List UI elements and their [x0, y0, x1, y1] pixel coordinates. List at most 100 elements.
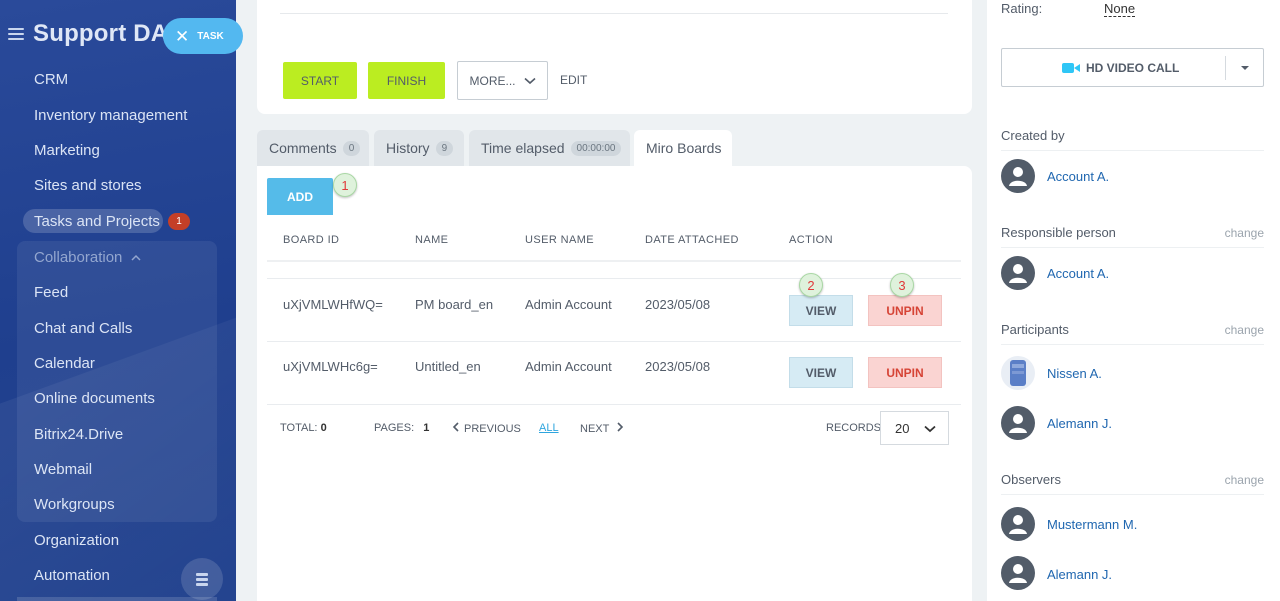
sidebar-item-calendar[interactable]: Calendar	[34, 355, 95, 372]
tab-time-elapsed[interactable]: Time elapsed 00:00:00	[469, 130, 630, 166]
edit-button[interactable]: EDIT	[560, 73, 587, 87]
next-page-link[interactable]: NEXT	[580, 422, 624, 435]
sidebar-item-marketing[interactable]: Marketing	[34, 142, 100, 159]
sidebar-item-sites[interactable]: Sites and stores	[34, 177, 142, 194]
person-link[interactable]: Mustermann M.	[1047, 517, 1137, 532]
sidebar-item-drive[interactable]: Bitrix24.Drive	[34, 426, 123, 443]
created-by-label: Created by	[1001, 128, 1065, 143]
unpin-board-button[interactable]: UNPIN	[868, 295, 942, 326]
sidebar-item-online-docs[interactable]: Online documents	[34, 390, 155, 407]
hamburger-menu-icon[interactable]	[8, 28, 24, 40]
sidebar-item-inventory[interactable]: Inventory management	[34, 107, 187, 124]
rating-label: Rating:	[1001, 1, 1043, 16]
sidebar-item-automation[interactable]: Automation	[34, 567, 110, 584]
observers-label: Observers	[1001, 472, 1061, 487]
task-button-label: TASK	[197, 30, 224, 42]
hd-video-call-button[interactable]: HD VIDEO CALL	[1001, 48, 1264, 87]
tab-history-label: History	[386, 140, 430, 156]
all-pages-link[interactable]: ALL	[539, 422, 559, 434]
previous-page-link[interactable]: PREVIOUS	[452, 422, 521, 435]
photo-avatar-icon	[1010, 360, 1026, 386]
collaboration-label: Collaboration	[34, 249, 123, 266]
total-count: TOTAL: 0	[280, 422, 327, 434]
change-observers-link[interactable]: change	[1225, 473, 1264, 487]
total-value: 0	[320, 422, 327, 434]
sidebar-bottom-bar	[17, 597, 217, 601]
pages-value: 1	[423, 422, 430, 434]
person-link[interactable]: Alemann J.	[1047, 567, 1112, 582]
table-header-divider	[267, 260, 961, 262]
tasks-count-badge: 1	[168, 213, 190, 230]
logo-row: Support DAG	[0, 14, 187, 54]
user-icon	[1009, 167, 1027, 186]
tab-time-count: 00:00:00	[570, 140, 622, 156]
sidebar-item-feed[interactable]: Feed	[34, 284, 68, 301]
chevron-left-icon	[452, 422, 459, 432]
rating-value[interactable]: None	[1104, 1, 1136, 17]
person-link[interactable]: Alemann J.	[1047, 416, 1112, 431]
add-board-button[interactable]: ADD	[267, 178, 333, 215]
close-task-button[interactable]: ✕ TASK	[163, 18, 243, 54]
divider	[1001, 494, 1264, 495]
tab-history-count: 9	[435, 140, 454, 156]
cell-board-id: uXjVMLWHfWQ=	[283, 297, 383, 312]
user-icon	[1009, 515, 1027, 534]
change-participants-link[interactable]: change	[1225, 323, 1264, 337]
annotation-marker-1: 1	[333, 173, 357, 197]
column-header-date-attached: DATE ATTACHED	[645, 234, 739, 246]
total-label: TOTAL:	[280, 422, 318, 434]
divider	[1001, 150, 1264, 151]
column-header-action: ACTION	[789, 234, 833, 246]
view-board-button[interactable]: VIEW	[789, 295, 853, 326]
responsible-label: Responsible person	[1001, 225, 1116, 240]
divider	[267, 278, 961, 279]
column-header-board-id: BOARD ID	[283, 234, 340, 246]
more-button[interactable]: MORE...	[457, 61, 548, 100]
more-button-label: MORE...	[469, 73, 516, 88]
sidebar-item-workgroups[interactable]: Workgroups	[34, 496, 115, 513]
participants-label: Participants	[1001, 322, 1069, 337]
tab-history[interactable]: History 9	[374, 130, 464, 166]
sidebar-item-tasks[interactable]: Tasks and Projects	[34, 213, 160, 230]
sidebar-item-collaboration[interactable]: Collaboration	[34, 249, 141, 266]
divider	[1225, 56, 1226, 80]
finish-button[interactable]: FINISH	[368, 62, 445, 99]
records-label: RECORDS:	[826, 422, 885, 434]
left-sidebar: Support DAG CRM Inventory management Mar…	[0, 0, 236, 601]
avatar	[1001, 507, 1035, 541]
miro-boards-panel	[257, 166, 972, 601]
start-button[interactable]: START	[283, 62, 357, 99]
person-link[interactable]: Account A.	[1047, 266, 1109, 281]
annotation-marker-3: 3	[890, 273, 914, 297]
video-camera-icon	[1062, 62, 1080, 73]
divider	[1001, 344, 1264, 345]
sidebar-settings-button[interactable]	[181, 558, 223, 600]
records-per-page-select[interactable]: 20	[880, 411, 949, 445]
user-icon	[1009, 264, 1027, 283]
caret-down-icon[interactable]	[1240, 65, 1250, 71]
pages-count: PAGES: 1	[374, 422, 429, 434]
sidebar-item-crm[interactable]: CRM	[34, 71, 68, 88]
column-header-user-name: USER NAME	[525, 234, 594, 246]
tab-comments[interactable]: Comments 0	[257, 130, 369, 166]
sidebar-item-chat[interactable]: Chat and Calls	[34, 320, 132, 337]
tab-miro-boards[interactable]: Miro Boards	[634, 130, 732, 166]
avatar	[1001, 159, 1035, 193]
cell-user-name: Admin Account	[525, 359, 612, 374]
next-label: NEXT	[580, 423, 610, 435]
task-actions-card	[257, 0, 972, 114]
chevron-down-icon	[924, 425, 936, 433]
video-call-label: HD VIDEO CALL	[1086, 60, 1180, 75]
change-responsible-link[interactable]: change	[1225, 226, 1264, 240]
cell-board-id: uXjVMLWHc6g=	[283, 359, 378, 374]
records-value: 20	[895, 420, 910, 436]
task-details-panel	[987, 0, 1280, 601]
divider	[280, 13, 948, 14]
person-link[interactable]: Nissen A.	[1047, 366, 1102, 381]
sidebar-item-webmail[interactable]: Webmail	[34, 461, 92, 478]
cell-name: PM board_en	[415, 297, 494, 312]
view-board-button[interactable]: VIEW	[789, 357, 853, 388]
sidebar-item-organization[interactable]: Organization	[34, 532, 119, 549]
unpin-board-button[interactable]: UNPIN	[868, 357, 942, 388]
person-link[interactable]: Account A.	[1047, 169, 1109, 184]
